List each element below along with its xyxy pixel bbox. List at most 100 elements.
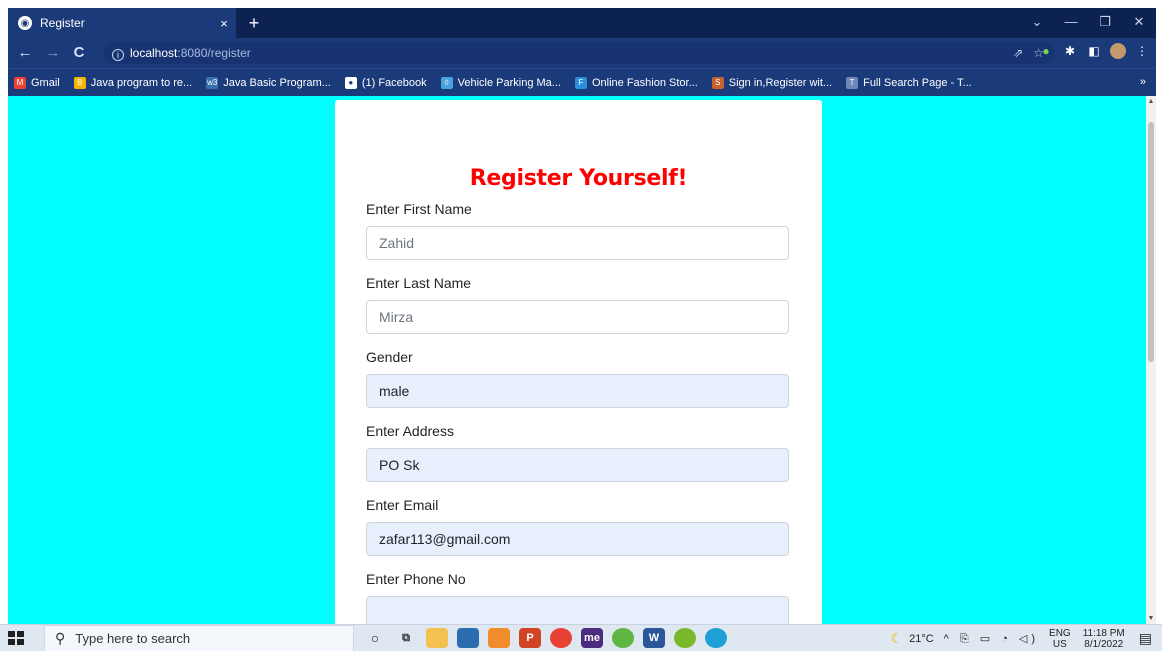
language-indicator[interactable]: ENG US — [1049, 628, 1071, 650]
task-view-icon[interactable]: ⧉ — [395, 628, 417, 648]
address-bar[interactable]: i localhost:8080/register ⇗ ☆ — [104, 42, 1054, 64]
page-viewport: Register Yourself! Enter First Name Ente… — [8, 96, 1146, 624]
address-label: Enter Address — [366, 423, 454, 439]
edge-icon[interactable] — [705, 628, 727, 648]
avatar[interactable] — [1110, 43, 1126, 59]
temperature: 21°C — [909, 632, 934, 645]
bookmark-item[interactable]: w3 Java Basic Program... — [206, 76, 331, 89]
bookmark-label: (1) Facebook — [361, 76, 427, 89]
phone-label: Enter Phone No — [366, 571, 466, 587]
page-title: Register Yourself! — [469, 166, 688, 191]
app-icon[interactable] — [488, 628, 510, 648]
phone-field[interactable] — [366, 596, 789, 624]
paint-icon[interactable] — [674, 628, 696, 648]
bookmark-label: Full Search Page - T... — [863, 76, 972, 89]
taskbar-search[interactable]: ⚲ Type here to search — [44, 625, 354, 651]
browser-toolbar: ← → C i localhost:8080/register ⇗ ☆ ● ✱ ◧… — [8, 38, 1156, 68]
register-form: Register Yourself! Enter First Name Ente… — [335, 100, 822, 624]
bookmark-label: Online Fashion Stor... — [591, 76, 698, 89]
minimize-button[interactable]: — — [1054, 8, 1088, 38]
bookmark-label: Vehicle Parking Ma... — [457, 76, 561, 89]
bookmarks-more-icon[interactable]: » — [1140, 76, 1146, 88]
side-panel-icon[interactable]: ◧ — [1086, 43, 1102, 59]
share-icon[interactable]: ⇗ — [1013, 46, 1023, 60]
bookmark-label: Java program to re... — [90, 76, 193, 89]
new-tab-button[interactable]: + — [244, 13, 264, 34]
tab-title: Register — [40, 16, 85, 30]
last-name-label: Enter Last Name — [366, 275, 472, 291]
gender-label: Gender — [366, 349, 413, 365]
bookmark-icon: B — [73, 76, 86, 89]
bookmark-item[interactable]: B Java program to re... — [73, 76, 193, 89]
bookmark-icon: ◊ — [440, 76, 453, 89]
clock[interactable]: 11:18 PM 8/1/2022 — [1083, 628, 1125, 650]
reload-icon[interactable]: C — [70, 44, 88, 61]
bookmark-icon: T — [846, 76, 859, 89]
tab-search-icon[interactable]: ⌄ — [1020, 8, 1054, 38]
title-bar: ◉ Register × + ⌄ — ❐ ✕ — [8, 8, 1156, 38]
gender-field[interactable] — [366, 374, 789, 408]
address-field[interactable] — [366, 448, 789, 482]
site-info-icon[interactable]: i — [112, 49, 124, 61]
eclipse-icon[interactable]: me — [581, 628, 603, 648]
close-window-button[interactable]: ✕ — [1122, 8, 1156, 38]
scroll-down-icon[interactable]: ▼ — [1146, 615, 1156, 622]
tab-close-icon[interactable]: × — [212, 16, 236, 31]
bookmark-label: Java Basic Program... — [223, 76, 331, 89]
powerpoint-icon[interactable]: P — [519, 628, 541, 648]
url-host: localhost — [130, 46, 178, 60]
extensions-area: ● ✱ ◧ ⋮ — [1038, 43, 1150, 59]
weather-widget[interactable]: ☾ 21°C — [891, 630, 934, 647]
notifications-icon[interactable]: ▤ — [1139, 630, 1152, 647]
search-icon: ⚲ — [55, 630, 66, 646]
restore-button[interactable]: ❐ — [1088, 8, 1122, 38]
email-field[interactable] — [366, 522, 789, 556]
email-label: Enter Email — [366, 497, 439, 513]
scrollbar-thumb[interactable] — [1148, 122, 1154, 362]
bookmark-label: Sign in,Register wit... — [728, 76, 833, 89]
chrome-icon[interactable] — [550, 628, 572, 648]
extension-icon[interactable]: ● — [1038, 43, 1054, 59]
windows-start-icon[interactable] — [8, 631, 24, 645]
utorrent-icon[interactable] — [612, 628, 634, 648]
bookmark-item[interactable]: T Full Search Page - T... — [846, 76, 972, 89]
store-icon[interactable] — [457, 628, 479, 648]
last-name-field[interactable] — [366, 300, 789, 334]
taskbar-search-placeholder: Type here to search — [75, 631, 191, 646]
clock-date: 8/1/2022 — [1084, 638, 1124, 650]
system-tray: ☾ 21°C ^ ⎘ ▭ ◔ ◁) ENG US 11:18 PM 8/1/20… — [891, 625, 1152, 651]
bookmark-icon: w3 — [206, 76, 219, 89]
bookmark-icon: S — [711, 76, 724, 89]
taskbar-apps: ○ ⧉ P me W — [364, 628, 727, 648]
moon-icon: ☾ — [890, 630, 904, 646]
bookmark-item[interactable]: ● (1) Facebook — [344, 76, 427, 89]
scroll-up-icon[interactable]: ▲ — [1146, 98, 1156, 105]
cortana-icon[interactable]: ○ — [364, 628, 386, 648]
bookmark-icon: F — [574, 76, 587, 89]
tray-icons[interactable]: ^ ⎘ ▭ ◔ ◁) — [944, 632, 1039, 646]
page-scrollbar[interactable]: ▲ ▼ — [1146, 96, 1156, 624]
bookmark-item[interactable]: ◊ Vehicle Parking Ma... — [440, 76, 561, 89]
bookmark-label: Gmail — [31, 76, 60, 89]
word-icon[interactable]: W — [643, 628, 665, 648]
file-explorer-icon[interactable] — [426, 628, 448, 648]
back-icon[interactable]: ← — [16, 44, 34, 61]
bookmark-item[interactable]: F Online Fashion Stor... — [574, 76, 698, 89]
url-path: :8080/register — [177, 46, 251, 60]
clock-time: 11:18 PM — [1082, 627, 1125, 639]
forward-icon[interactable]: → — [44, 44, 62, 61]
windows-taskbar: ⚲ Type here to search ○ ⧉ P me W ☾ 21°C … — [0, 624, 1162, 651]
browser-window: ◉ Register × + ⌄ — ❐ ✕ ← → C i localhost:… — [8, 8, 1156, 624]
bookmarks-bar: M Gmail B Java program to re... w3 Java Basic… — [8, 68, 1156, 96]
menu-icon[interactable]: ⋮ — [1134, 43, 1150, 59]
bookmark-item[interactable]: S Sign in,Register wit... — [711, 76, 833, 89]
bookmark-item[interactable]: M Gmail — [14, 76, 60, 89]
first-name-label: Enter First Name — [366, 201, 472, 217]
tab-register[interactable]: ◉ Register × — [8, 8, 236, 38]
first-name-field[interactable] — [366, 226, 789, 260]
bookmark-icon: M — [14, 76, 26, 89]
globe-icon: ◉ — [18, 16, 32, 30]
puzzle-icon[interactable]: ✱ — [1062, 43, 1078, 59]
bookmark-icon: ● — [344, 76, 357, 89]
window-controls: ⌄ — ❐ ✕ — [1020, 8, 1156, 38]
